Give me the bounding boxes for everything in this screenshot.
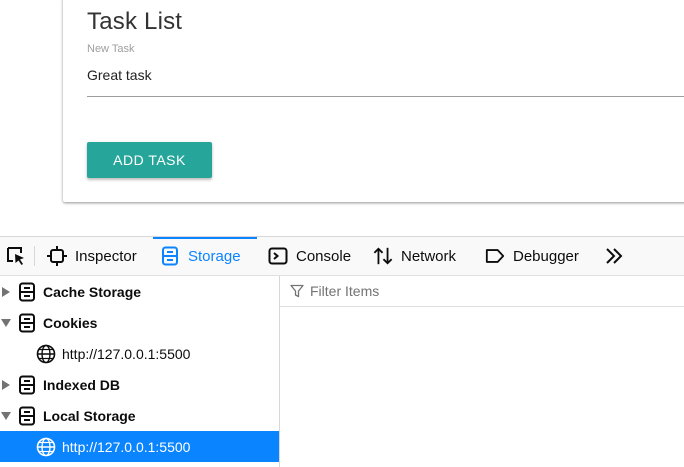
expand-arrow-icon[interactable] xyxy=(1,379,11,391)
storage-icon xyxy=(17,375,37,395)
tree-item-local-storage-host[interactable]: http://127.0.0.1:5500 xyxy=(0,431,279,462)
network-icon xyxy=(373,246,393,266)
storage-tree: Cache Storage Cookies http://127.0.0.1:5… xyxy=(0,276,280,467)
tree-item-label: Cookies xyxy=(43,314,98,331)
new-task-label: New Task xyxy=(87,43,135,55)
tab-label: Debugger xyxy=(513,247,579,265)
storage-icon xyxy=(160,246,180,266)
collapse-arrow-icon[interactable] xyxy=(1,410,11,422)
tab-debugger[interactable]: Debugger xyxy=(485,237,579,275)
tab-label: Console xyxy=(296,247,352,265)
filter-bar xyxy=(280,276,684,307)
tree-item-cache-storage[interactable]: Cache Storage xyxy=(0,276,279,307)
tree-item-local-storage[interactable]: Local Storage xyxy=(0,400,279,431)
filter-items-input[interactable] xyxy=(310,282,650,300)
storage-icon xyxy=(17,313,37,333)
tab-network[interactable]: Network xyxy=(373,237,456,275)
element-picker-icon xyxy=(7,247,24,265)
new-task-input[interactable] xyxy=(87,67,684,83)
storage-table-pane xyxy=(280,276,684,467)
storage-icon xyxy=(17,406,37,426)
page-title: Task List xyxy=(87,8,183,35)
console-icon xyxy=(268,246,288,266)
more-tabs-button[interactable] xyxy=(600,237,628,275)
tab-console[interactable]: Console xyxy=(268,237,351,275)
inspector-icon xyxy=(47,246,67,266)
tree-item-label: Local Storage xyxy=(43,407,136,424)
tree-item-cookies-host[interactable]: http://127.0.0.1:5500 xyxy=(0,338,279,369)
globe-icon xyxy=(36,437,56,457)
toolbar-separator xyxy=(34,246,35,266)
tab-label: Inspector xyxy=(75,247,137,265)
tree-item-indexed-db[interactable]: Indexed DB xyxy=(0,369,279,400)
globe-icon xyxy=(36,344,56,364)
tree-item-cookies[interactable]: Cookies xyxy=(0,307,279,338)
add-task-button[interactable]: ADD TASK xyxy=(87,142,212,178)
tab-inspector[interactable]: Inspector xyxy=(44,237,153,275)
filter-icon xyxy=(290,284,304,298)
tree-item-label: Cache Storage xyxy=(43,283,142,300)
element-picker-button[interactable] xyxy=(0,237,32,275)
app-area: Task List New Task ADD TASK xyxy=(0,0,684,236)
tab-label: Storage xyxy=(188,247,241,265)
expand-arrow-icon[interactable] xyxy=(1,286,11,298)
input-underline xyxy=(87,96,684,97)
chevron-double-right-icon xyxy=(606,248,623,264)
storage-icon xyxy=(17,282,37,302)
tree-item-label: Indexed DB xyxy=(43,376,121,393)
collapse-arrow-icon[interactable] xyxy=(1,317,11,329)
devtools-panel: Inspector Storage Console Network Debugg… xyxy=(0,236,684,467)
tab-label: Network xyxy=(401,247,457,265)
task-card: Task List New Task ADD TASK xyxy=(63,0,684,202)
tab-storage[interactable]: Storage xyxy=(153,237,257,275)
tree-item-label: http://127.0.0.1:5500 xyxy=(62,438,191,455)
debugger-icon xyxy=(485,246,505,266)
devtools-toolbar: Inspector Storage Console Network Debugg… xyxy=(0,237,684,276)
tree-item-label: http://127.0.0.1:5500 xyxy=(62,345,191,362)
